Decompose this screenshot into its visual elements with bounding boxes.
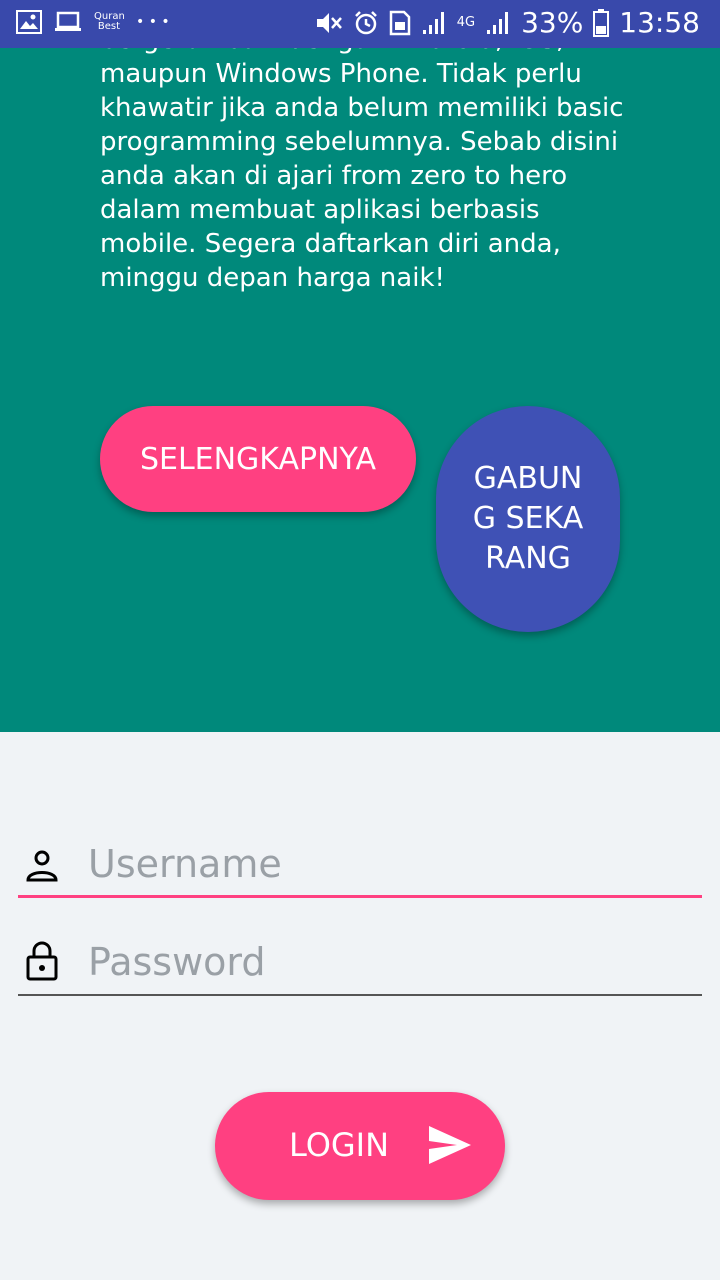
battery-percent: 33%	[521, 6, 584, 39]
more-button[interactable]: SELENGKAPNYA	[100, 406, 416, 512]
notification-app-label: Quran Best	[94, 11, 125, 32]
sim-card-icon	[389, 10, 410, 35]
login-button-label: LOGIN	[289, 1126, 390, 1164]
more-notifications-indicator: • • •	[136, 14, 170, 30]
person-icon	[26, 850, 58, 882]
promo-description: bergerak baik dengan Android, IOS, maupu…	[100, 48, 624, 293]
username-input[interactable]	[86, 838, 690, 890]
password-field[interactable]	[18, 926, 702, 996]
signal-icon-2	[487, 11, 509, 34]
lock-icon	[26, 941, 58, 981]
password-input[interactable]	[86, 936, 690, 988]
laptop-icon	[55, 11, 81, 31]
password-underline	[18, 994, 702, 996]
alarm-icon	[354, 10, 377, 34]
username-underline	[18, 895, 702, 898]
join-now-button[interactable]: GABUNG SEKARANG	[436, 406, 620, 632]
send-icon	[429, 1126, 471, 1164]
battery-icon	[593, 8, 610, 37]
network-type-label: 4G	[456, 15, 476, 30]
status-bar: Quran Best • • • 4G 33% 13:58	[0, 0, 720, 48]
clock: 13:58	[619, 6, 700, 39]
login-button[interactable]: LOGIN	[215, 1092, 505, 1200]
username-field[interactable]	[18, 828, 702, 898]
promo-section: bergerak baik dengan Android, IOS, maupu…	[0, 48, 720, 732]
signal-icon	[422, 11, 444, 34]
gallery-icon	[16, 10, 42, 34]
mute-icon	[316, 12, 342, 33]
